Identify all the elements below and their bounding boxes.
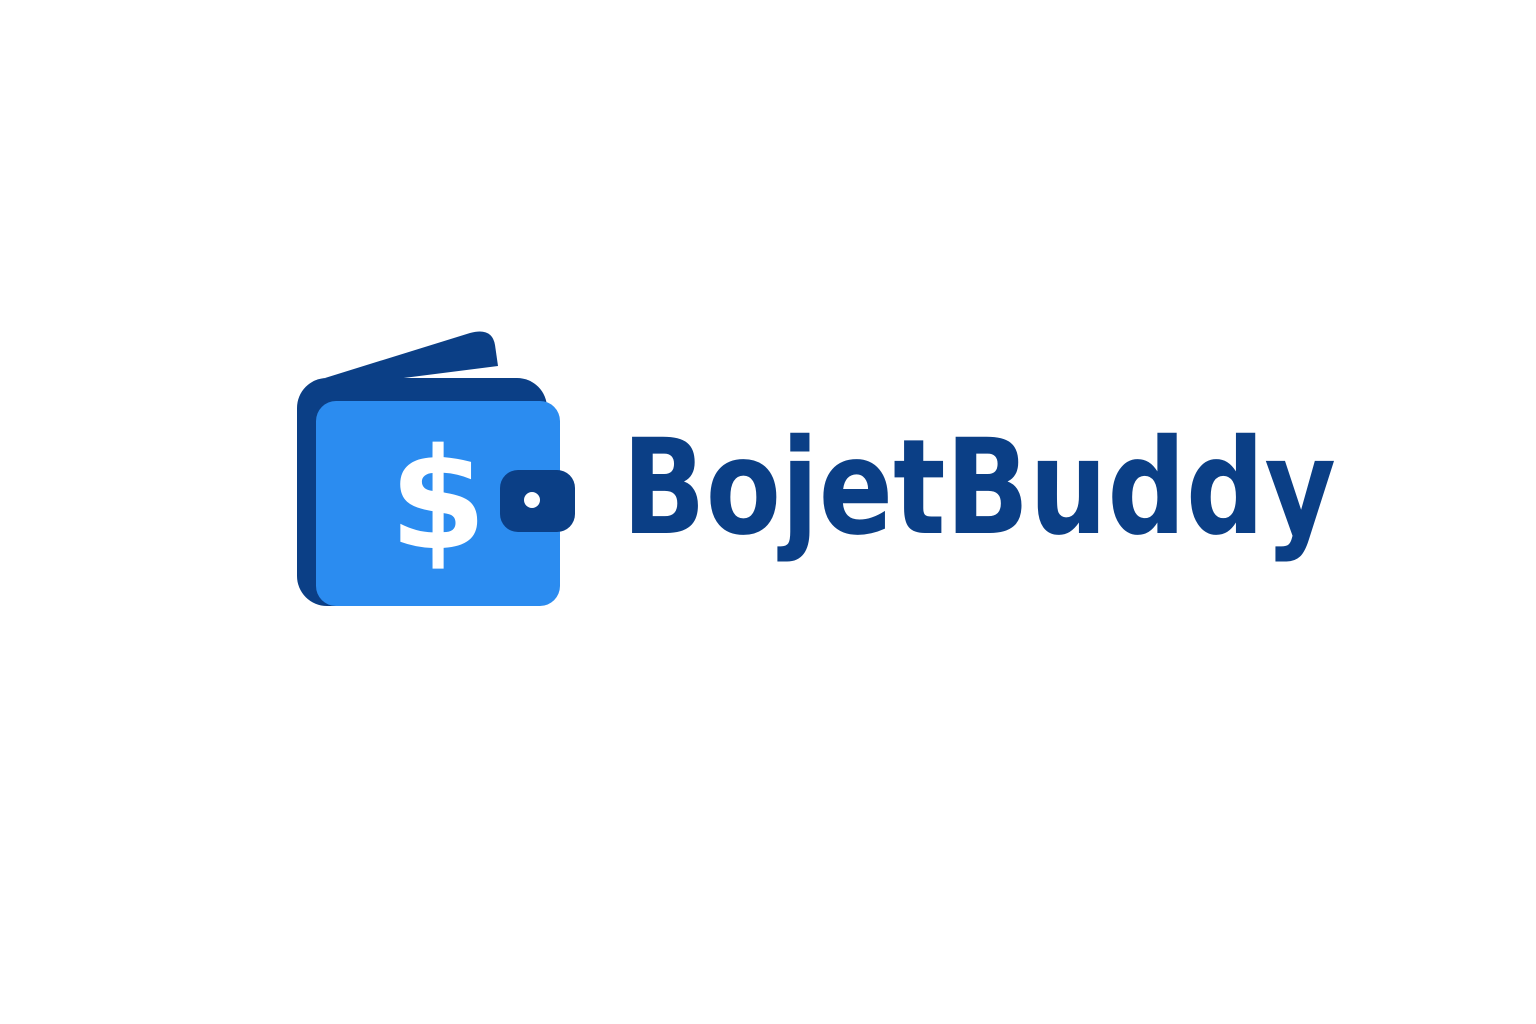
brand-wordmark: BojetBuddy xyxy=(622,411,1336,565)
logo: $ BojetBuddy xyxy=(297,331,1336,606)
wallet-clasp-button xyxy=(524,492,540,508)
wallet-icon: $ xyxy=(297,331,575,606)
wallet-paper-back xyxy=(325,331,498,382)
dollar-sign-icon: $ xyxy=(389,419,486,582)
